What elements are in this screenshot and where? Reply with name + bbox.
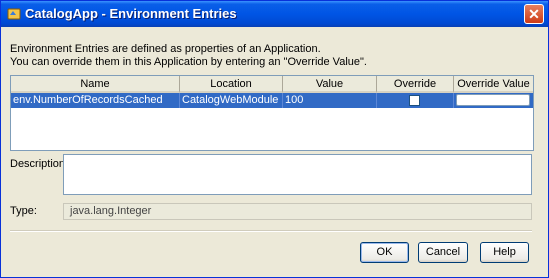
separator — [10, 230, 532, 232]
cancel-button[interactable]: Cancel — [418, 242, 468, 263]
column-header-value[interactable]: Value — [283, 76, 377, 93]
intro-line-1: Environment Entries are defined as prope… — [10, 43, 321, 55]
column-header-override[interactable]: Override — [377, 76, 454, 93]
type-label: Type: — [10, 205, 37, 217]
description-label: Description: — [10, 158, 69, 170]
type-field: java.lang.Integer — [63, 203, 532, 220]
cell-location[interactable]: CatalogWebModule — [180, 93, 283, 108]
dialog-window: CatalogApp - Environment Entries ✕ Envir… — [0, 0, 549, 278]
app-icon — [7, 8, 21, 20]
help-button[interactable]: Help — [480, 242, 529, 263]
override-checkbox[interactable] — [409, 95, 420, 106]
override-value-input[interactable] — [456, 94, 530, 106]
cell-name[interactable]: env.NumberOfRecordsCached — [11, 93, 180, 108]
column-header-override-value[interactable]: Override Value — [454, 76, 533, 93]
close-button[interactable]: ✕ — [524, 4, 544, 24]
column-header-location[interactable]: Location — [180, 76, 283, 93]
intro-text: Environment Entries are defined as prope… — [10, 43, 367, 69]
env-entries-table: Name Location Value Override Override Va… — [10, 75, 534, 151]
close-icon: ✕ — [528, 6, 540, 22]
window-title: CatalogApp - Environment Entries — [25, 6, 237, 21]
ok-button[interactable]: OK — [360, 242, 409, 263]
title-bar[interactable]: CatalogApp - Environment Entries ✕ — [1, 1, 548, 27]
cell-value[interactable]: 100 — [283, 93, 377, 108]
table-row[interactable]: env.NumberOfRecordsCached CatalogWebModu… — [11, 93, 533, 108]
column-header-name[interactable]: Name — [11, 76, 180, 93]
intro-line-2: You can override them in this Applicatio… — [10, 56, 367, 68]
description-field[interactable] — [63, 154, 532, 195]
